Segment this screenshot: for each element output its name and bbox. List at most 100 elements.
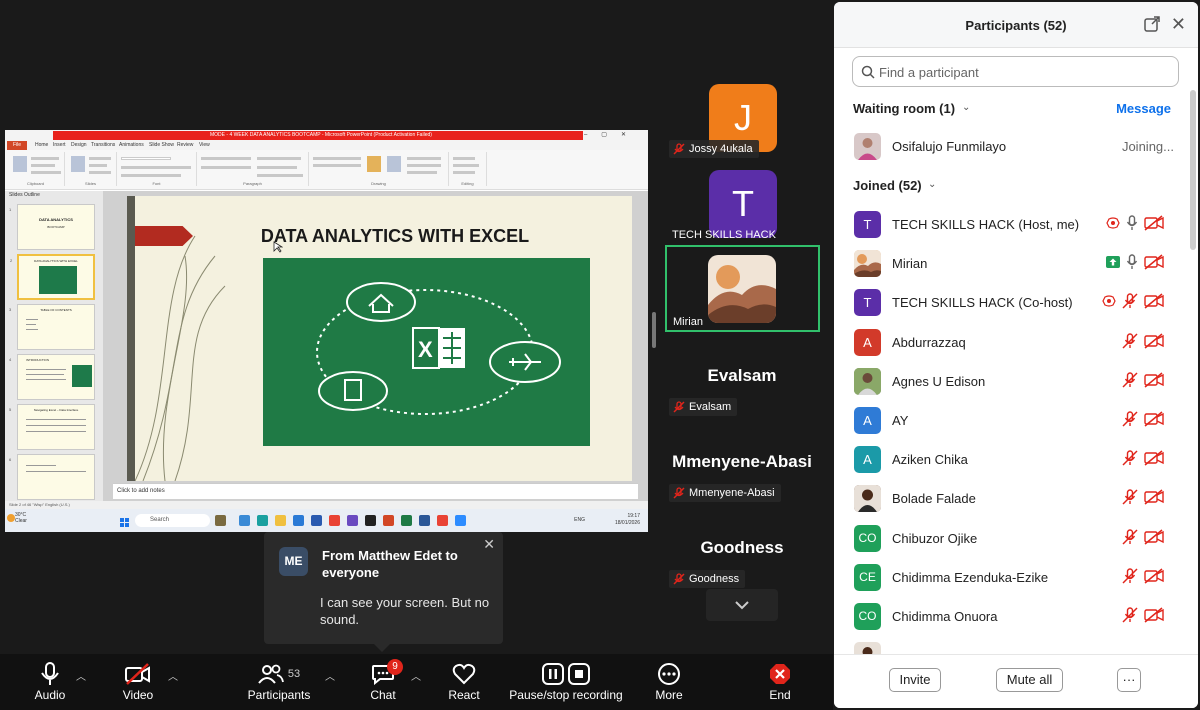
audio-options-caret[interactable]: ︿ <box>76 668 86 683</box>
taskbar-app-icon <box>419 515 430 526</box>
taskbar-app-icon <box>437 515 448 526</box>
close-icon[interactable]: ✕ <box>1171 15 1186 33</box>
scrollbar[interactable] <box>1190 90 1196 250</box>
pane-tabs: Slides Outline <box>9 192 40 198</box>
microphone-icon <box>41 662 59 685</box>
mic-muted-icon <box>1122 568 1138 584</box>
video-off-icon <box>1144 607 1164 623</box>
zoom-meeting-window: MODE - 4 WEEK DATA ANALYTICS BOOTCAMP - … <box>0 0 1200 710</box>
participant-row[interactable]: CO Chidimma Onuora <box>834 597 1186 636</box>
mic-muted-icon <box>673 487 685 499</box>
invite-button[interactable]: Invite <box>889 668 941 692</box>
taskbar-app-icon <box>311 515 322 526</box>
participant-name: Abdurrazzaq <box>892 334 966 350</box>
taskbar-app-icon <box>347 515 358 526</box>
mute-all-button[interactable]: Mute all <box>996 668 1063 692</box>
active-speaker-tile[interactable]: Mirian <box>665 245 820 332</box>
react-button[interactable]: React <box>444 654 484 710</box>
chevron-down-icon[interactable]: ⌄ <box>928 179 936 190</box>
participant-status-icons <box>1122 568 1164 584</box>
more-options-button[interactable]: ··· <box>1117 668 1141 692</box>
system-tray: ENG 19:17 18/01/2026 <box>574 513 640 526</box>
splitter-handle[interactable] <box>652 312 656 348</box>
taskbar-app-icon <box>257 515 268 526</box>
end-button[interactable]: End <box>760 654 800 710</box>
waiting-room-header[interactable]: Waiting room (1) <box>853 101 955 116</box>
participants-options-caret[interactable]: ︿ <box>325 668 335 683</box>
mic-muted-icon <box>1122 293 1138 309</box>
ppt-tab-home: Home <box>35 142 49 148</box>
participant-row[interactable]: CE Chidimma Ezenduka-Ezike <box>834 558 1186 597</box>
close-icon[interactable]: ✕ <box>483 536 495 553</box>
ribbon-group-drawing: Drawing <box>309 152 449 186</box>
search-input[interactable] <box>879 62 1169 82</box>
participant-name: Chibuzor Ojike <box>892 530 978 546</box>
participant-row[interactable]: A Aziken Chika <box>834 440 1186 479</box>
taskbar-app-icon <box>365 515 376 526</box>
participant-name: AY <box>892 413 909 428</box>
chat-options-caret[interactable]: ︿ <box>411 668 421 683</box>
mic-muted-icon <box>1122 489 1138 505</box>
chat-unread-badge: 9 <box>387 659 403 675</box>
avatar: T <box>854 211 881 238</box>
more-icon <box>658 663 680 685</box>
participant-row[interactable]: Mirian <box>834 244 1186 283</box>
participant-row[interactable]: A AY <box>834 401 1186 440</box>
ribbon-group-font: Font <box>117 152 197 186</box>
more-button[interactable]: More <box>649 654 689 710</box>
ppt-tab-insert: Insert <box>53 142 66 148</box>
microphone-icon <box>1126 254 1138 270</box>
slide-title: DATA ANALYTICS WITH EXCEL <box>260 226 530 246</box>
participant-status-icons <box>1106 215 1164 231</box>
participant-row[interactable]: T TECH SKILLS HACK (Co-host) <box>834 283 1186 322</box>
participant-name: Chidimma Ezenduka-Ezike <box>892 569 1049 585</box>
shared-screen[interactable]: MODE - 4 WEEK DATA ANALYTICS BOOTCAMP - … <box>5 130 648 532</box>
participant-status-icons <box>1122 607 1164 623</box>
chevron-down-icon[interactable]: ⌄ <box>962 102 970 113</box>
participants-icon <box>258 664 284 684</box>
waiting-participant-row[interactable]: Osifalujo Funmilayo Joining... <box>834 127 1186 166</box>
participant-row[interactable]: CO Chibuzor Ojike <box>834 519 1186 558</box>
video-tile-name: Evalsam <box>707 366 777 385</box>
search-icon <box>861 65 875 79</box>
participant-status-icons <box>1122 489 1164 505</box>
windows-start-icon <box>120 515 130 532</box>
video-name-tag: Mmenyene-Abasi <box>669 484 781 502</box>
pause-icon <box>542 663 564 685</box>
participant-row[interactable]: T TECH SKILLS HACK (Host, me) <box>834 205 1186 244</box>
pop-out-icon[interactable] <box>1144 16 1160 32</box>
video-options-caret[interactable]: ︿ <box>168 668 178 683</box>
message-waiting-room-link[interactable]: Message <box>1116 101 1171 116</box>
slide-thumbnail: 6 <box>9 454 95 500</box>
joined-header[interactable]: Joined (52) <box>853 178 922 193</box>
video-off-icon <box>1144 568 1164 584</box>
audio-button[interactable]: Audio <box>30 654 70 710</box>
participant-row[interactable]: Bolade Falade <box>834 479 1186 518</box>
pause-stop-recording-button[interactable]: Pause/stop recording <box>506 654 626 710</box>
slide-thumbnail: 1 DATA ANALYTICS BOOTCAMP <box>9 204 95 250</box>
participant-search[interactable] <box>852 56 1179 87</box>
avatar: ME <box>279 547 308 576</box>
ppt-status-bar: Slide 2 of 46 "Wisp" English (U.S.) <box>5 501 648 509</box>
video-name-tag: Goodness <box>669 570 746 588</box>
microphone-icon <box>1126 215 1138 230</box>
avatar: CO <box>854 524 881 552</box>
participant-row[interactable]: A Abdurrazzaq <box>834 323 1186 362</box>
participants-button[interactable]: 53 Participants <box>244 654 314 710</box>
video-button[interactable]: Video <box>118 654 158 710</box>
mic-muted-icon <box>1122 332 1138 349</box>
mic-muted-icon <box>1122 450 1138 466</box>
share-screen-icon <box>1106 256 1120 269</box>
chat-notification[interactable]: ME From Matthew Edet to everyone I can s… <box>264 532 503 652</box>
end-icon <box>770 664 790 684</box>
video-name-tag: Jossy 4ukala <box>669 140 759 158</box>
heart-icon <box>452 663 476 685</box>
ribbon-label-drawing: Drawing <box>371 181 386 186</box>
current-slide: DATA ANALYTICS WITH EXCEL X <box>127 196 632 481</box>
avatar <box>708 255 776 323</box>
scroll-down-button[interactable] <box>706 589 778 621</box>
participants-count: 53 <box>287 668 301 680</box>
ribbon-label-font: Font <box>152 181 161 186</box>
avatar: CE <box>854 563 881 591</box>
participant-row[interactable]: Agnes U Edison <box>834 362 1186 401</box>
